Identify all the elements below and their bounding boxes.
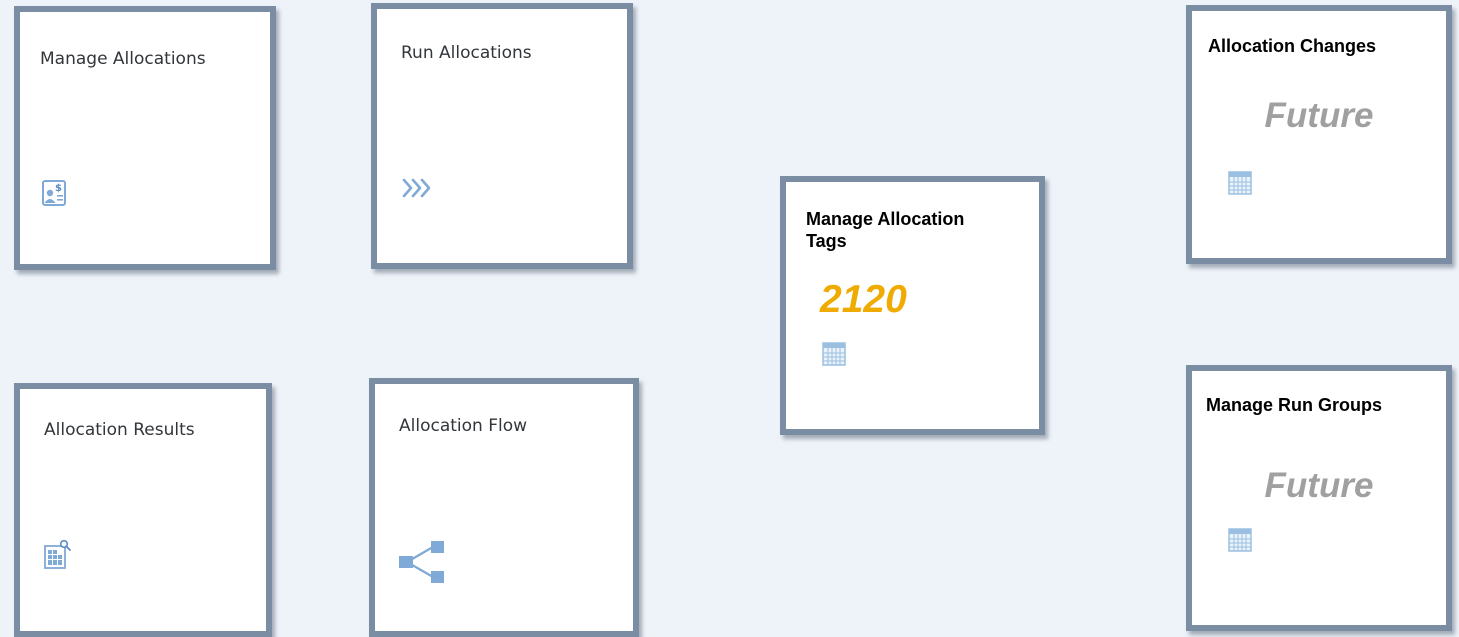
tile-title-line2: Tags [806,231,847,251]
tile-title: Manage Run Groups [1206,395,1383,415]
kpi-value: Future [1264,96,1374,135]
tile-manage-allocation-tags[interactable]: Manage Allocation Tags 2120 [780,176,1045,435]
kpi-value: Future [1264,466,1374,505]
calendar-icon [1228,528,1252,556]
tile-title: Manage Allocation Tags [806,208,964,252]
svg-text:$: $ [55,183,62,194]
tile-title: Allocation Results [44,420,195,440]
tile-manage-allocations[interactable]: Manage Allocations $ [14,6,276,270]
calendar-icon [1228,171,1252,199]
tile-manage-run-groups[interactable]: Manage Run Groups Future [1186,365,1452,631]
tile-run-allocations[interactable]: Run Allocations [371,3,633,269]
financial-document-icon: $ [42,180,66,210]
tile-title: Run Allocations [401,43,532,63]
kpi-value: 2120 [820,278,907,321]
tile-title: Allocation Changes [1208,36,1377,56]
chevrons-right-icon [401,177,433,203]
tile-title-line1: Manage Allocation [806,209,965,229]
report-search-icon [44,539,72,573]
tile-allocation-results[interactable]: Allocation Results [14,383,272,637]
tile-title: Manage Allocations [40,49,206,69]
calendar-icon [822,342,846,370]
flow-tree-icon [397,540,447,588]
tile-title: Allocation Flow [399,416,528,436]
tile-allocation-changes[interactable]: Allocation Changes Future [1186,5,1452,264]
tile-allocation-flow[interactable]: Allocation Flow [369,378,639,637]
